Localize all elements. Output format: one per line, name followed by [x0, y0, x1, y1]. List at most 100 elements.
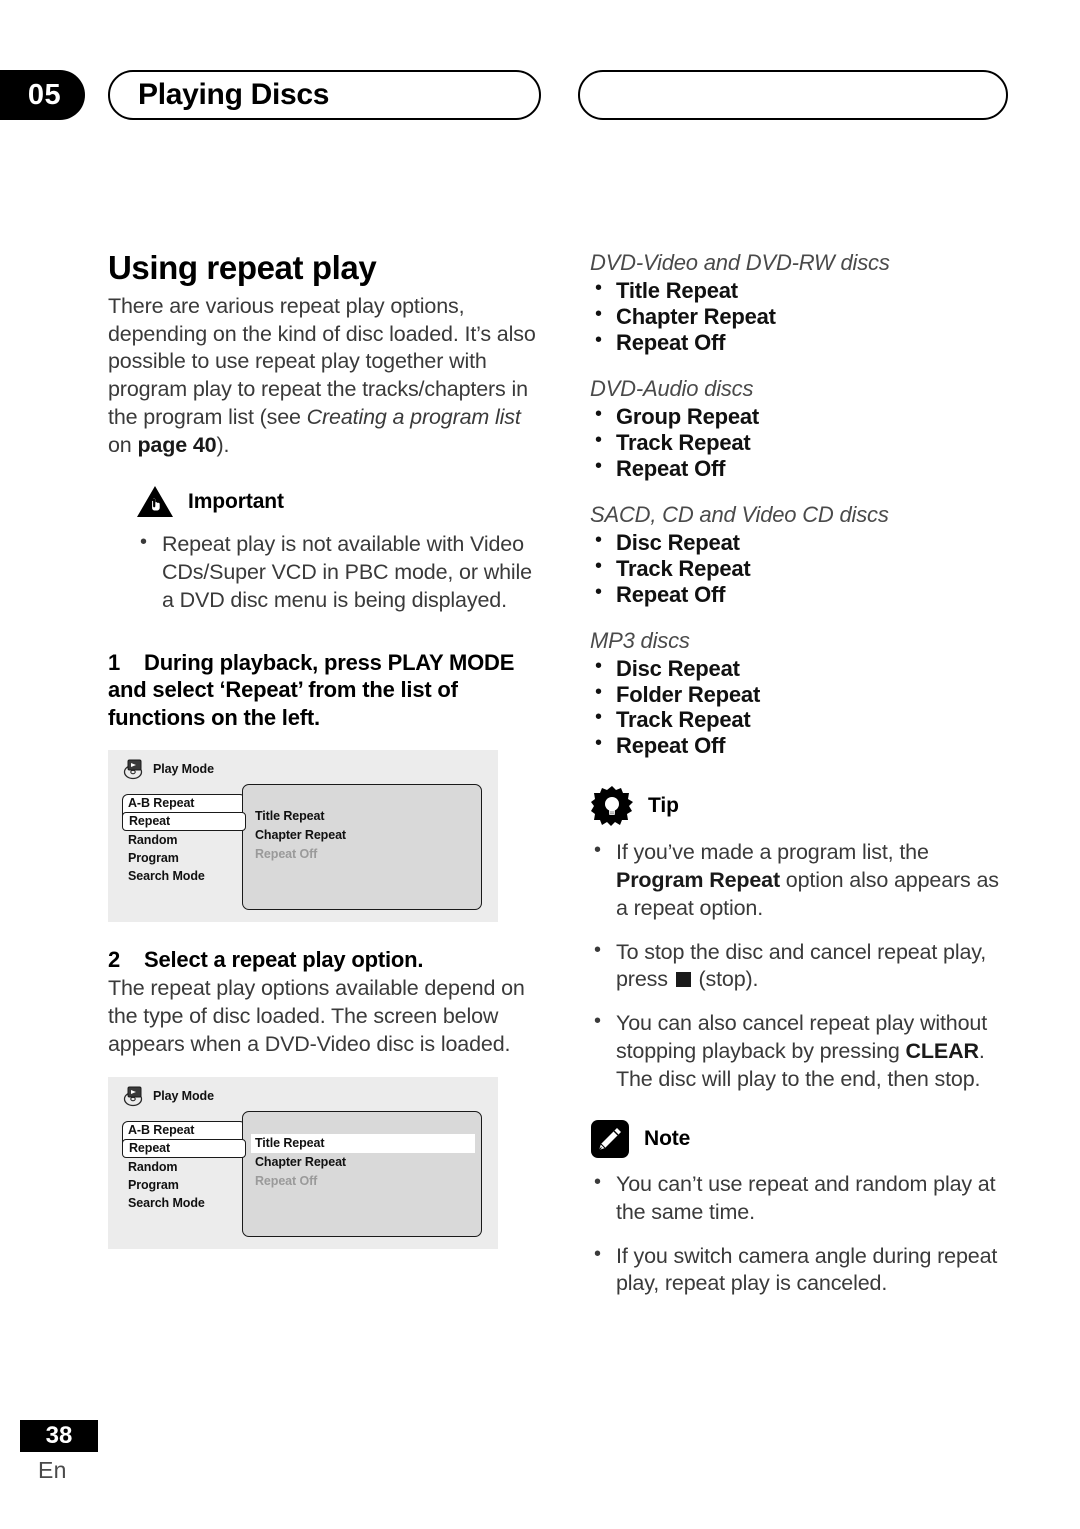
osd-option-chapter-repeat[interactable]: Chapter Repeat	[251, 1153, 475, 1172]
note-callout-header: Note	[590, 1119, 1010, 1159]
stop-square-icon	[675, 972, 691, 988]
tip-bullet-2-text-1: To stop the disc and cancel repeat play,…	[616, 939, 987, 992]
list-item: Folder Repeat	[590, 681, 1010, 708]
osd-screenshot-2: Play Mode A-B Repeat Repeat Random Progr…	[108, 1076, 498, 1249]
list-item: Repeat Off	[590, 329, 1010, 356]
list-item: To stop the disc and cancel repeat play,…	[590, 938, 1010, 994]
osd-1-titlebar: Play Mode	[122, 758, 214, 780]
osd-option-title-repeat[interactable]: Title Repeat	[251, 807, 475, 826]
important-callout-header: Important	[136, 485, 548, 519]
note-bullet-list: You can’t use repeat and random play at …	[590, 1170, 1010, 1298]
list-item: Repeat play is not available with Video …	[136, 530, 548, 614]
osd-menu-item-ab-repeat[interactable]: A-B Repeat	[122, 794, 246, 812]
disc-option-list: Group Repeat Track Repeat Repeat Off	[590, 403, 1010, 482]
osd-option-title-repeat[interactable]: Title Repeat	[251, 1133, 475, 1153]
osd-1-options-panel: Title Repeat Chapter Repeat Repeat Off	[242, 783, 482, 910]
disc-group-heading: DVD-Video and DVD-RW discs	[590, 250, 890, 275]
chapter-title-pill: Playing Discs	[108, 70, 541, 120]
osd-1-title: Play Mode	[153, 761, 214, 776]
chapter-number-badge: 05	[0, 70, 85, 120]
list-item: Track Repeat	[590, 429, 1010, 456]
intro-text-2: on	[108, 432, 138, 457]
warning-triangle-hand-icon	[137, 486, 173, 518]
page-footer: 38 En	[20, 1420, 170, 1484]
step-2-text: Select a repeat play option.	[144, 946, 424, 972]
disc-group-sacd-cd-vcd: SACD, CD and Video CD discs Disc Repeat …	[590, 502, 1010, 608]
header-pill-empty	[578, 70, 1008, 120]
language-code: En	[38, 1457, 67, 1483]
disc-group-heading: DVD-Audio discs	[590, 375, 754, 401]
page-number: 38	[20, 1420, 98, 1452]
step-2: 2 Select a repeat play option.	[108, 946, 548, 974]
disc-group-heading: SACD, CD and Video CD discs	[590, 501, 889, 527]
list-item: Title Repeat	[590, 277, 1010, 304]
important-bullet-list: Repeat play is not available with Video …	[136, 530, 548, 614]
disc-screen-icon	[123, 1086, 143, 1106]
list-item: Repeat Off	[590, 455, 1010, 482]
pencil-note-icon	[591, 1120, 629, 1159]
step-2-number: 2	[108, 946, 121, 972]
list-item: If you’ve made a program list, the Progr…	[590, 838, 1010, 922]
tip-bullet-3-bold: CLEAR	[905, 1038, 979, 1063]
osd-menu-item-repeat[interactable]: Repeat	[122, 811, 246, 831]
list-item: Disc Repeat	[590, 655, 1010, 682]
right-column: DVD-Video and DVD-RW discs Title Repeat …	[590, 250, 1010, 1314]
page-header: 05 Playing Discs	[0, 70, 1080, 120]
disc-option-list: Disc Repeat Track Repeat Repeat Off	[590, 529, 1010, 608]
osd-option-repeat-off: Repeat Off	[255, 847, 318, 862]
disc-screen-icon	[123, 759, 143, 779]
note-label: Note	[644, 1127, 691, 1151]
section-title: Using repeat play	[108, 249, 377, 286]
osd-2-title: Play Mode	[153, 1088, 214, 1103]
disc-group-mp3: MP3 discs Disc Repeat Folder Repeat Trac…	[590, 628, 1010, 760]
osd-1-left-menu: A-B Repeat Repeat Random Program Search …	[122, 794, 246, 885]
osd-menu-item-random[interactable]: Random	[122, 1158, 246, 1176]
disc-group-heading: MP3 discs	[590, 627, 690, 653]
disc-group-dvd-video: DVD-Video and DVD-RW discs Title Repeat …	[590, 250, 1010, 356]
lightbulb-starburst-icon	[591, 786, 633, 827]
disc-group-dvd-audio: DVD-Audio discs Group Repeat Track Repea…	[590, 376, 1010, 482]
list-item: Repeat Off	[590, 581, 1010, 608]
intro-page-ref: page 40	[137, 432, 217, 457]
list-item: Group Repeat	[590, 403, 1010, 430]
tip-bullet-list: If you’ve made a program list, the Progr…	[590, 838, 1010, 1093]
disc-option-list: Disc Repeat Folder Repeat Track Repeat R…	[590, 655, 1010, 760]
osd-2-options-panel: Title Repeat Chapter Repeat Repeat Off	[242, 1110, 482, 1237]
page-title: Playing Discs	[138, 78, 330, 111]
important-label: Important	[188, 490, 284, 514]
tip-label: Tip	[648, 794, 679, 818]
step-1-number: 1	[108, 649, 121, 675]
step-2-body: The repeat play options available depend…	[108, 976, 525, 1056]
osd-menu-item-search-mode[interactable]: Search Mode	[122, 867, 246, 885]
tip-callout-header: Tip	[590, 785, 1010, 827]
tip-bullet-1-text-1: If you’ve made a program list, the	[616, 840, 929, 865]
left-column: Using repeat play There are various repe…	[108, 249, 548, 1249]
list-item: Repeat Off	[590, 732, 1010, 759]
disc-option-list: Title Repeat Chapter Repeat Repeat Off	[590, 277, 1010, 356]
list-item: Track Repeat	[590, 706, 1010, 733]
osd-menu-item-ab-repeat[interactable]: A-B Repeat	[122, 1121, 246, 1139]
osd-menu-item-program[interactable]: Program	[122, 849, 246, 867]
list-item: You can’t use repeat and random play at …	[590, 1170, 1010, 1226]
intro-text-3: ).	[216, 432, 230, 457]
list-item: You can also cancel repeat play without …	[590, 1009, 1010, 1093]
osd-screenshot-1: Play Mode A-B Repeat Repeat Random Progr…	[108, 749, 498, 922]
osd-2-left-menu: A-B Repeat Repeat Random Program Search …	[122, 1121, 246, 1212]
list-item: Disc Repeat	[590, 529, 1010, 556]
list-item: If you switch camera angle during repeat…	[590, 1242, 1010, 1298]
intro-paragraph: There are various repeat play options, d…	[108, 293, 548, 459]
osd-menu-item-repeat[interactable]: Repeat	[122, 1138, 246, 1158]
intro-italic-ref: Creating a program list	[306, 404, 521, 429]
step-1: 1 During playback, press PLAY MODE and se…	[108, 649, 548, 732]
osd-option-chapter-repeat[interactable]: Chapter Repeat	[251, 826, 475, 845]
tip-bullet-2-text-2: (stop).	[692, 967, 759, 992]
osd-menu-item-program[interactable]: Program	[122, 1176, 246, 1194]
osd-2-titlebar: Play Mode	[122, 1085, 214, 1107]
osd-menu-item-search-mode[interactable]: Search Mode	[122, 1194, 246, 1212]
list-item: Track Repeat	[590, 555, 1010, 582]
osd-menu-item-random[interactable]: Random	[122, 831, 246, 849]
osd-option-repeat-off: Repeat Off	[255, 1174, 318, 1189]
tip-bullet-1-bold: Program Repeat	[616, 868, 780, 893]
list-item: Chapter Repeat	[590, 303, 1010, 330]
step-1-text: During playback, press PLAY MODE and sel…	[108, 649, 515, 730]
